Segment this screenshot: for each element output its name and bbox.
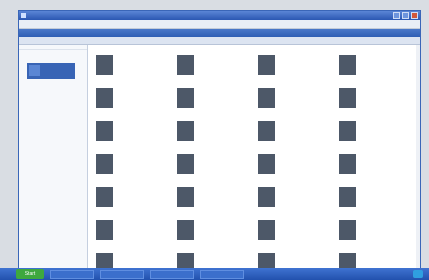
app-header <box>19 29 420 37</box>
thumbnail <box>258 154 275 174</box>
file-tile[interactable] <box>177 187 237 209</box>
thumbnail <box>177 121 194 141</box>
group-6 <box>88 212 420 242</box>
file-tile[interactable] <box>339 253 399 269</box>
toolbar <box>19 37 420 45</box>
thumbnail <box>177 154 194 174</box>
window-controls <box>393 12 418 19</box>
close-button[interactable] <box>411 12 418 19</box>
thumbnail <box>96 187 113 207</box>
group-header <box>88 146 420 154</box>
thumbnail <box>258 121 275 141</box>
thumbnail <box>96 220 113 240</box>
thumbnail <box>339 88 356 108</box>
menu-item-4[interactable] <box>53 20 59 28</box>
menu-item-3[interactable] <box>43 20 49 28</box>
file-tile[interactable] <box>339 220 399 242</box>
file-tile[interactable] <box>96 88 156 110</box>
thumbnail <box>258 220 275 240</box>
sidebar-item-selected[interactable] <box>27 63 75 79</box>
tray-icon[interactable] <box>413 270 423 278</box>
file-tile[interactable] <box>258 88 318 110</box>
group-5 <box>88 179 420 209</box>
thumbnail <box>258 187 275 207</box>
file-tile[interactable] <box>339 187 399 209</box>
vertical-scrollbar[interactable] <box>416 45 420 269</box>
thumbnail <box>339 154 356 174</box>
thumbnail <box>177 187 194 207</box>
start-button[interactable]: Start <box>16 269 44 279</box>
file-tile[interactable] <box>258 55 318 77</box>
file-tile[interactable] <box>339 154 399 176</box>
file-tile[interactable] <box>177 253 237 269</box>
file-tile[interactable] <box>258 121 318 143</box>
taskbar-button-2[interactable] <box>100 269 144 279</box>
taskbar-button-1[interactable] <box>50 269 94 279</box>
thumbnail <box>96 88 113 108</box>
thumbnail <box>339 121 356 141</box>
thumbnail <box>258 55 275 75</box>
content-area <box>19 45 420 269</box>
thumbnail <box>339 253 356 269</box>
thumbnail <box>339 55 356 75</box>
group-4 <box>88 146 420 176</box>
file-tile[interactable] <box>177 88 237 110</box>
menu-bar <box>19 20 420 29</box>
thumbnail <box>339 220 356 240</box>
file-tile[interactable] <box>96 220 156 242</box>
group-header <box>88 179 420 187</box>
thumbnail <box>96 55 113 75</box>
group-header <box>88 47 420 55</box>
file-tile[interactable] <box>177 220 237 242</box>
minimize-button[interactable] <box>393 12 400 19</box>
group-1 <box>88 47 420 77</box>
maximize-button[interactable] <box>402 12 409 19</box>
sidebar <box>19 45 88 269</box>
title-bar <box>19 11 420 20</box>
thumbnail <box>339 187 356 207</box>
thumbnail <box>177 253 194 269</box>
file-tile[interactable] <box>96 187 156 209</box>
file-tile[interactable] <box>339 121 399 143</box>
desktop: Start <box>0 0 429 280</box>
file-tile[interactable] <box>96 253 156 269</box>
file-tile[interactable] <box>258 187 318 209</box>
file-tile[interactable] <box>177 55 237 77</box>
menu-item-1[interactable] <box>23 20 29 28</box>
file-tile[interactable] <box>258 220 318 242</box>
file-tile[interactable] <box>96 154 156 176</box>
group-7 <box>88 245 420 269</box>
file-tile[interactable] <box>258 154 318 176</box>
thumbnail <box>96 154 113 174</box>
file-tile[interactable] <box>339 55 399 77</box>
taskbar-button-3[interactable] <box>150 269 194 279</box>
taskbar-button-4[interactable] <box>200 269 244 279</box>
group-header <box>88 113 420 121</box>
file-tile[interactable] <box>96 55 156 77</box>
app-icon <box>21 13 26 18</box>
thumbnail <box>177 220 194 240</box>
file-tile[interactable] <box>177 154 237 176</box>
main-panel <box>88 45 420 269</box>
folder-icon <box>29 65 40 76</box>
thumbnail <box>177 55 194 75</box>
file-tile[interactable] <box>96 121 156 143</box>
app-window <box>18 10 421 270</box>
group-header <box>88 212 420 220</box>
group-header <box>88 80 420 88</box>
sidebar-title <box>19 45 87 50</box>
thumbnail <box>177 88 194 108</box>
group-2 <box>88 80 420 110</box>
file-tile[interactable] <box>177 121 237 143</box>
taskbar: Start <box>0 268 429 280</box>
file-tile[interactable] <box>339 88 399 110</box>
thumbnail <box>96 121 113 141</box>
group-3 <box>88 113 420 143</box>
thumbnail <box>258 88 275 108</box>
file-tile[interactable] <box>258 253 318 269</box>
thumbnail <box>258 253 275 269</box>
menu-item-2[interactable] <box>33 20 39 28</box>
thumbnail <box>96 253 113 269</box>
group-header <box>88 245 420 253</box>
